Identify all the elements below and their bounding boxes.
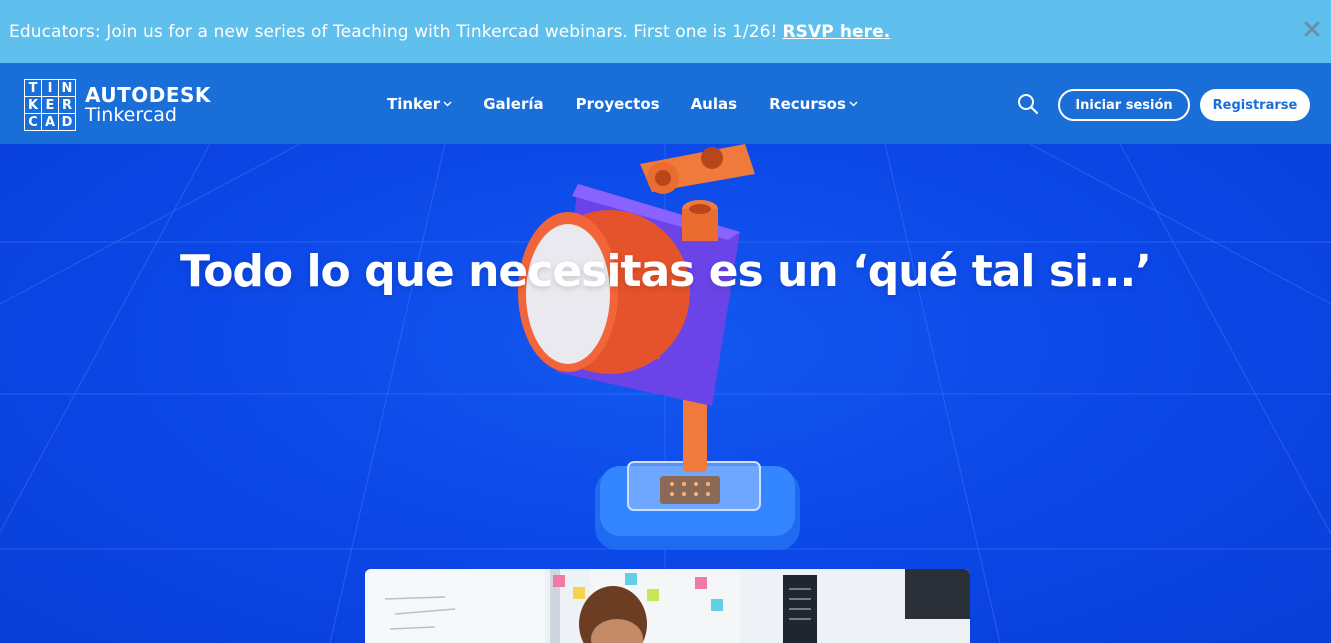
logo-letter: E [42, 97, 58, 113]
rsvp-link[interactable]: RSVP here. [782, 22, 890, 42]
hero-section: Todo lo que necesitas es un ‘qué tal si.… [0, 144, 1331, 643]
main-nav: Tinker Galería Proyectos Aulas Recursos [387, 63, 858, 144]
logo-letter: R [59, 97, 75, 113]
search-icon[interactable] [1017, 93, 1039, 115]
logo-letter: N [59, 80, 75, 96]
announcement-banner: Educators: Join us for a new series of T… [0, 0, 1331, 63]
nav-label: Recursos [769, 94, 846, 113]
hero-title: Todo lo que necesitas es un ‘qué tal si.… [180, 246, 1152, 297]
login-button[interactable]: Iniciar sesión [1058, 89, 1190, 121]
logo-letter: A [42, 114, 58, 130]
nav-item-galeria[interactable]: Galería [483, 95, 543, 113]
banner-message: Educators: Join us for a new series of T… [9, 21, 778, 42]
nav-label: Aulas [690, 94, 738, 113]
nav-label: Galería [483, 94, 544, 113]
logo-letter: C [25, 114, 41, 130]
logo-letter: I [42, 80, 58, 96]
chevron-down-icon [443, 100, 452, 107]
logo-letter: K [25, 97, 41, 113]
close-icon[interactable] [1301, 18, 1323, 40]
nav-label: Tinker [387, 94, 441, 113]
logo-grid: T I N K E R C A D [24, 79, 76, 131]
product-name: Tinkercad [85, 103, 177, 126]
site-header: T I N K E R C A D AUTODESK Tinkercad Tin… [0, 63, 1331, 144]
nav-item-tinker[interactable]: Tinker [387, 95, 452, 113]
register-button[interactable]: Registrarse [1200, 89, 1310, 121]
classroom-photo [365, 569, 970, 643]
nav-item-aulas[interactable]: Aulas [691, 95, 737, 113]
logo-letter: D [59, 114, 75, 130]
chevron-down-icon [849, 100, 858, 107]
brand-name: AUTODESK [85, 82, 211, 107]
nav-item-proyectos[interactable]: Proyectos [576, 95, 660, 113]
nav-label: Proyectos [575, 94, 660, 113]
tinkercad-logo[interactable]: T I N K E R C A D AUTODESK Tinkercad [24, 79, 211, 131]
logo-letter: T [25, 80, 41, 96]
nav-item-recursos[interactable]: Recursos [769, 95, 858, 113]
